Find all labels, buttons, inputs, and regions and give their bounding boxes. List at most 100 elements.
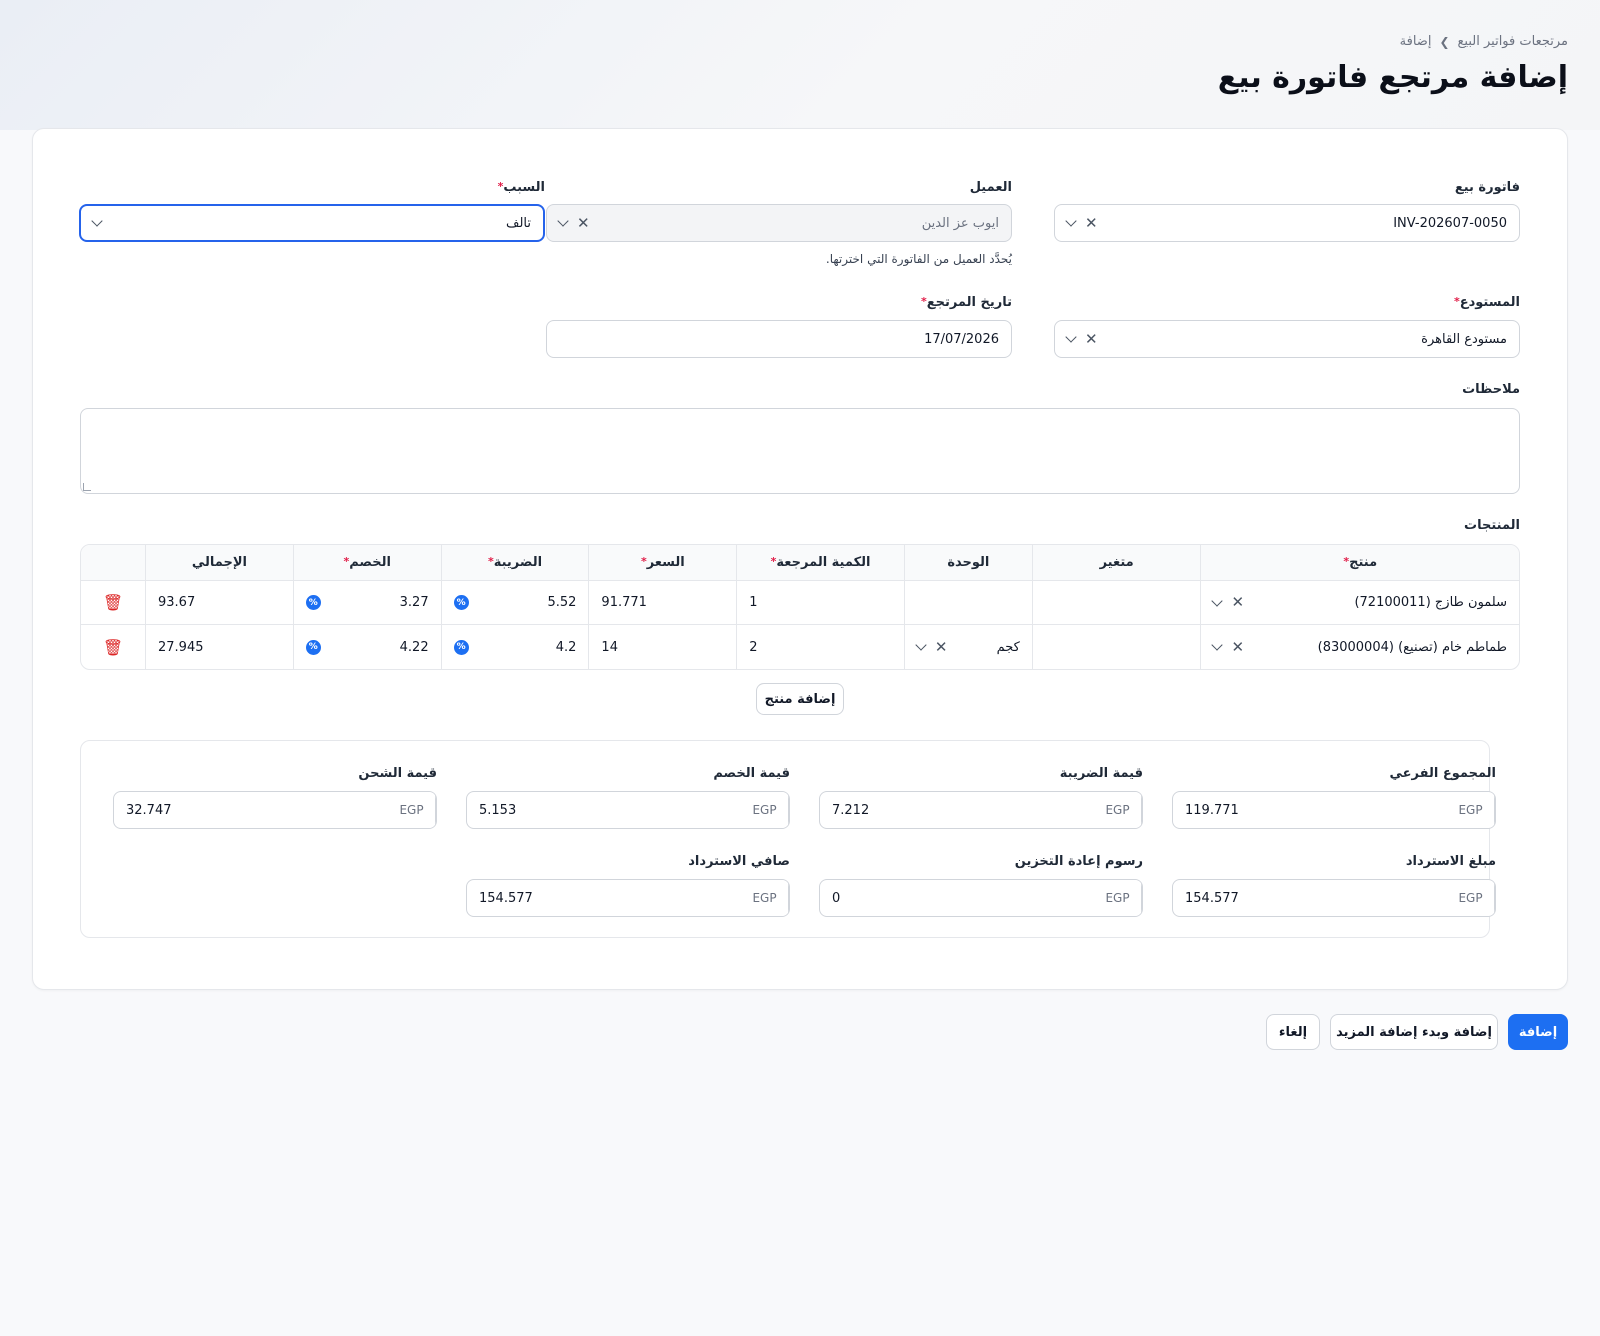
col-return-qty: الكمية المرجعة* [736,545,904,581]
subtotal-label: المجموع الفرعي [1389,766,1496,781]
col-product-label: منتج [1349,555,1378,570]
cancel-button[interactable]: إلغاء [1266,1014,1320,1050]
discount-value-value: 5.153 [479,802,517,818]
product-cell[interactable]: طماطم خام (تصنيع) (83000004) ✕ [1200,625,1519,669]
customer-select[interactable]: ايوب عز الدين ✕ [546,204,1012,242]
resize-handle-icon[interactable] [83,483,91,491]
percent-icon[interactable]: % [453,595,469,610]
total-cell: 27.945 [145,625,293,669]
col-return-qty-label: الكمية المرجعة [776,555,871,570]
price-cell[interactable]: 14 [588,625,736,669]
tax-value-field[interactable]: EGP 7.212 [819,791,1143,829]
currency-addon: EGP [1447,880,1495,916]
chevron-down-icon[interactable] [557,215,569,227]
return-date-input[interactable]: 17/07/2026 [546,320,1012,358]
warehouse-select-value: مستودع القاهرة [1421,331,1507,347]
clear-icon[interactable]: ✕ [935,639,948,655]
discount-value-label: قيمة الخصم [713,766,790,781]
shipping-value-value: 32.747 [126,802,172,818]
chevron-down-icon[interactable] [1211,594,1224,607]
return-date-label-text: تاريخ المرتجع [926,295,1012,310]
warehouse-label: المستودع* [1454,295,1520,310]
customer-hint: يُحدَّد العميل من الفاتورة التي اخترتها. [825,252,1012,266]
qty-cell[interactable]: 2 [736,625,904,669]
add-button[interactable]: إضافة [1508,1014,1568,1050]
clear-icon[interactable]: ✕ [577,215,590,231]
discount-cell[interactable]: 4.22% [292,625,441,669]
chevron-down-icon[interactable] [1065,331,1077,343]
tax-value: 5.52 [547,595,577,610]
chevron-down-icon[interactable] [915,639,927,651]
reason-select[interactable]: تالف [79,204,545,242]
chevron-down-icon[interactable] [1211,639,1224,651]
col-price: السعر* [588,545,737,581]
customer-select-value: ايوب عز الدين [921,215,999,231]
clear-icon[interactable]: ✕ [1085,331,1098,347]
notes-textarea[interactable] [80,408,1520,494]
col-product: منتج* [1200,545,1519,581]
total-cell: 93.67 [145,581,293,625]
breadcrumb: مرتجعات فواتير البيع ❯ إضافة [1400,34,1568,49]
col-tax-label: الضريبة [493,555,543,570]
discount-value: 3.27 [399,595,429,610]
net-refund-value: 154.577 [479,890,533,906]
chevron-down-icon[interactable] [1065,215,1077,227]
col-actions [81,545,145,581]
refund-amount-field[interactable]: EGP 154.577 [1172,879,1496,917]
net-refund-field[interactable]: EGP 154.577 [466,879,790,917]
currency-addon: EGP [1094,880,1142,916]
percent-icon[interactable]: % [305,639,321,655]
variant-cell[interactable] [1031,581,1201,625]
trash-icon[interactable]: 🗑 [93,638,133,657]
table-row: طماطم خام (تصنيع) (83000004) ✕ كجم ✕ 2 1… [81,625,1519,669]
product-value: طماطم خام (تصنيع) (83000004) [1317,639,1507,655]
clear-icon[interactable]: ✕ [1231,639,1244,655]
shipping-value-field[interactable]: EGP 32.747 [113,791,437,829]
table-row: سلمون طازج (72100011) ✕ 1 91.771 5.52% 3… [81,581,1519,625]
invoice-select[interactable]: INV-202607-0050 ✕ [1054,204,1520,242]
customer-label: العميل [970,180,1012,195]
unit-cell[interactable]: كجم ✕ [903,625,1032,669]
clear-icon[interactable]: ✕ [1085,215,1098,231]
percent-icon[interactable]: % [305,595,321,610]
chevron-left-icon: ❯ [1439,34,1450,49]
currency-addon: EGP [741,880,789,916]
currency-addon: EGP [1447,792,1495,828]
currency-addon: EGP [388,792,436,828]
tax-value-label: قيمة الضريبة [1059,766,1143,781]
net-refund-label: صافي الاسترداد [688,854,790,869]
refund-amount-label: مبلغ الاسترداد [1405,854,1496,869]
actions-cell: 🗑 [81,581,145,625]
subtotal-field[interactable]: EGP 119.771 [1172,791,1496,829]
customer-label-text: العميل [969,180,1012,195]
price-cell[interactable]: 91.771 [588,581,737,625]
product-cell[interactable]: سلمون طازج (72100011) ✕ [1200,581,1519,625]
tax-cell[interactable]: 5.52% [440,581,589,625]
breadcrumb-current: إضافة [1399,34,1432,49]
unit-cell[interactable] [903,581,1032,625]
shipping-value-label: قيمة الشحن [358,766,437,781]
unit-value: كجم [996,639,1020,655]
percent-icon[interactable]: % [453,639,469,655]
subtotal-value: 119.771 [1185,802,1239,818]
products-label: المنتجات [1464,518,1520,533]
tax-cell[interactable]: 4.2% [440,625,589,669]
warehouse-select[interactable]: مستودع القاهرة ✕ [1054,320,1520,358]
restocking-fee-field[interactable]: EGP 0 [819,879,1143,917]
breadcrumb-parent-link[interactable]: مرتجعات فواتير البيع [1458,34,1568,49]
clear-icon[interactable]: ✕ [1231,595,1244,610]
col-price-label: السعر [646,555,685,570]
add-and-more-button[interactable]: إضافة وبدء إضافة المزيد [1330,1014,1498,1050]
discount-value-field[interactable]: EGP 5.153 [466,791,790,829]
qty-cell[interactable]: 1 [736,581,904,625]
add-product-button[interactable]: إضافة منتج [756,683,844,715]
col-total: الإجمالي [145,545,293,581]
tax-value-value: 7.212 [832,802,870,818]
variant-cell[interactable] [1031,625,1201,669]
col-discount-label: الخصم [349,555,391,570]
discount-cell[interactable]: 3.27% [292,581,441,625]
invoice-label: فاتورة بيع [1455,180,1520,195]
tax-value: 4.2 [555,639,577,655]
trash-icon[interactable]: 🗑 [93,593,133,612]
refund-amount-value: 154.577 [1185,890,1239,906]
